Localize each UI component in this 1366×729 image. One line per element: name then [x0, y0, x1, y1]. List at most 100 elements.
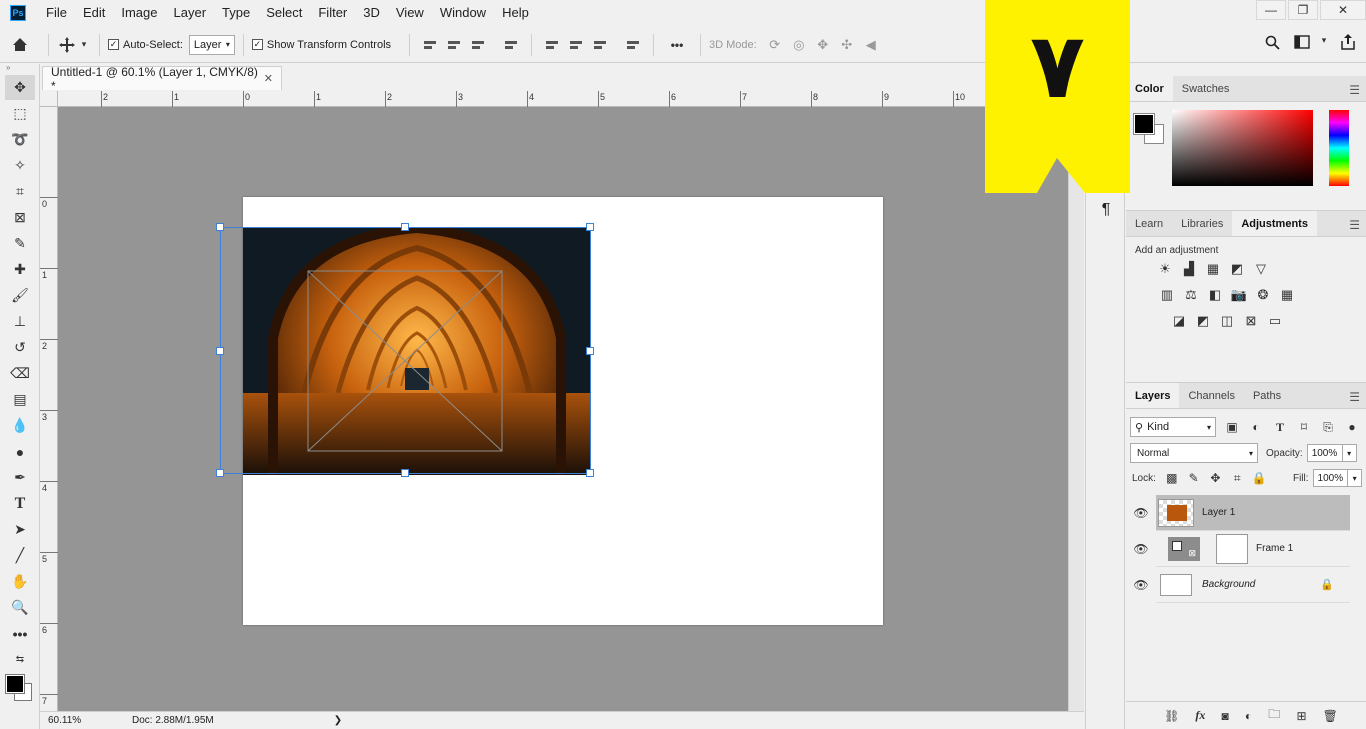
hue-saturation-icon[interactable]: ▥	[1158, 286, 1176, 304]
share-icon[interactable]	[1338, 33, 1358, 50]
chevron-down-icon[interactable]: ▾	[1348, 469, 1363, 487]
marquee-tool-icon[interactable]: ⬚	[5, 101, 35, 126]
link-layers-icon[interactable]: ⛓	[1164, 709, 1179, 723]
3d-scale-icon[interactable]: ◀	[862, 37, 880, 52]
channel-mixer-icon[interactable]: ❂	[1254, 286, 1272, 304]
move-tool-icon[interactable]: ✥	[5, 75, 35, 100]
tab-libraries[interactable]: Libraries	[1172, 211, 1232, 236]
zoom-tool-icon[interactable]: 🔍	[5, 595, 35, 620]
canvas-area[interactable]	[58, 107, 1068, 711]
selective-color-icon[interactable]: ⊠	[1242, 312, 1260, 330]
layer-name[interactable]: Layer 1	[1202, 507, 1235, 518]
brightness-contrast-icon[interactable]: ☀	[1156, 260, 1174, 278]
layer-name[interactable]: Background	[1202, 579, 1255, 590]
new-adjustment-layer-icon[interactable]: ◐	[1245, 709, 1252, 723]
color-balance-icon[interactable]: ⚖	[1182, 286, 1200, 304]
eraser-tool-icon[interactable]: ⌫	[5, 361, 35, 386]
new-group-icon[interactable]: 🗀	[1268, 705, 1280, 726]
align-center-icon[interactable]	[447, 38, 461, 52]
color-lookup-icon[interactable]: ▦	[1278, 286, 1296, 304]
layer-row-frame-1[interactable]: 👁 ⊠ Frame 1	[1133, 531, 1350, 567]
lock-all-icon[interactable]: 🔒	[1251, 470, 1267, 486]
lock-position-icon[interactable]: ✥	[1208, 470, 1224, 486]
tab-swatches[interactable]: Swatches	[1173, 76, 1239, 101]
workspace-icon[interactable]	[1292, 35, 1312, 49]
adjustment-filter-icon[interactable]: ◐	[1248, 419, 1264, 435]
tab-adjustments[interactable]: Adjustments	[1232, 211, 1317, 236]
tab-channels[interactable]: Channels	[1179, 383, 1243, 408]
brush-tool-icon[interactable]: 🖌	[5, 283, 35, 308]
search-icon[interactable]	[1262, 35, 1282, 50]
transform-handle-left[interactable]	[216, 347, 224, 355]
paragraph-icon[interactable]: ¶	[1091, 198, 1121, 222]
restore-button[interactable]: ❐	[1288, 0, 1318, 20]
black-white-icon[interactable]: ◧	[1206, 286, 1224, 304]
magic-wand-tool-icon[interactable]: ✧	[5, 153, 35, 178]
type-filter-icon[interactable]: T	[1272, 419, 1288, 435]
blend-mode-dropdown[interactable]: Normal ▾	[1130, 443, 1258, 463]
tab-color[interactable]: Color	[1126, 76, 1173, 101]
visibility-eye-icon[interactable]: 👁	[1126, 506, 1156, 520]
3d-slide-icon[interactable]: ✣	[838, 37, 856, 52]
3d-orbit-icon[interactable]: ⟳	[766, 37, 784, 52]
panel-menu-icon[interactable]: ☰	[1349, 83, 1360, 97]
close-icon[interactable]: ✕	[264, 72, 273, 85]
menu-filter[interactable]: Filter	[310, 0, 355, 26]
vibrance-icon[interactable]: ▽	[1252, 260, 1270, 278]
clone-stamp-tool-icon[interactable]: ⊥	[5, 309, 35, 334]
new-layer-icon[interactable]: ⊞	[1296, 709, 1306, 723]
3d-roll-icon[interactable]: ◎	[790, 37, 808, 52]
auto-select-target-dropdown[interactable]: Layer ▾	[188, 34, 235, 55]
color-swatches[interactable]	[0, 673, 40, 707]
distribute-icon[interactable]	[504, 38, 518, 52]
exposure-icon[interactable]: ◩	[1228, 260, 1246, 278]
menu-layer[interactable]: Layer	[166, 0, 215, 26]
lasso-tool-icon[interactable]: ➰	[5, 127, 35, 152]
auto-select-checkbox[interactable]: ✓ Auto-Select:	[108, 39, 183, 51]
gradient-tool-icon[interactable]: ▤	[5, 387, 35, 412]
history-brush-tool-icon[interactable]: ↺	[5, 335, 35, 360]
levels-icon[interactable]: ▟	[1180, 260, 1198, 278]
transform-handle-bottom-left[interactable]	[216, 469, 224, 477]
menu-view[interactable]: View	[388, 0, 432, 26]
hand-tool-icon[interactable]: ✋	[5, 569, 35, 594]
healing-brush-tool-icon[interactable]: ✚	[5, 257, 35, 282]
chevron-down-icon[interactable]: ▾	[1318, 35, 1330, 46]
trash-icon[interactable]: 🗑	[1323, 709, 1338, 723]
lock-transparent-icon[interactable]: ▩	[1164, 470, 1180, 486]
lock-artboard-icon[interactable]: ⌗	[1229, 470, 1245, 486]
line-tool-icon[interactable]: ╱	[5, 543, 35, 568]
transform-handle-right[interactable]	[586, 347, 594, 355]
filter-toggle-icon[interactable]: ●	[1344, 419, 1360, 435]
menu-select[interactable]: Select	[258, 0, 310, 26]
fx-icon[interactable]: fx	[1195, 708, 1205, 723]
color-picker-field[interactable]	[1172, 110, 1313, 186]
swap-colors-icon[interactable]: ⇆	[5, 647, 35, 672]
kind-filter-dropdown[interactable]: ⚲ Kind ▾	[1130, 417, 1216, 437]
transform-bounding-box[interactable]	[216, 223, 594, 477]
more-options-icon[interactable]: •••	[662, 38, 692, 52]
menu-edit[interactable]: Edit	[75, 0, 113, 26]
menu-help[interactable]: Help	[494, 0, 537, 26]
smart-object-filter-icon[interactable]: ⎘	[1320, 419, 1336, 435]
align-left-icon[interactable]	[423, 38, 437, 52]
photo-filter-icon[interactable]: 📷	[1230, 286, 1248, 304]
transform-handle-bottom[interactable]	[401, 469, 409, 477]
chevron-down-icon[interactable]: ▾	[1342, 444, 1357, 462]
type-tool-icon[interactable]: T	[5, 491, 35, 516]
chevron-right-icon[interactable]: ❯	[334, 715, 342, 726]
show-transform-checkbox[interactable]: ✓ Show Transform Controls	[251, 39, 391, 51]
menu-3d[interactable]: 3D	[355, 0, 388, 26]
panel-menu-icon[interactable]: ☰	[1349, 390, 1360, 404]
transform-handle-top-right[interactable]	[586, 223, 594, 231]
distribute-vertical-icon[interactable]	[626, 38, 640, 52]
transform-handle-bottom-right[interactable]	[586, 469, 594, 477]
align-right-icon[interactable]	[471, 38, 485, 52]
menu-type[interactable]: Type	[214, 0, 258, 26]
foreground-color-swatch[interactable]	[5, 674, 25, 694]
move-tool-icon[interactable]	[57, 36, 77, 53]
pixel-filter-icon[interactable]: ▣	[1224, 419, 1240, 435]
tab-layers[interactable]: Layers	[1126, 383, 1180, 408]
align-top-icon[interactable]	[545, 38, 559, 52]
collapse-panel-icon[interactable]: »	[0, 64, 39, 74]
